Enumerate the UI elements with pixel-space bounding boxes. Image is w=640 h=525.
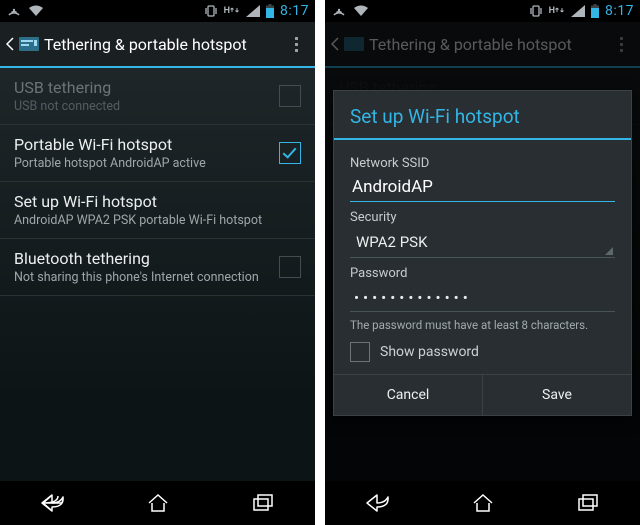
cancel-button[interactable]: Cancel	[334, 375, 482, 415]
settings-app-icon	[343, 33, 365, 55]
nav-home-button[interactable]	[128, 489, 188, 517]
overflow-menu-button[interactable]	[283, 37, 309, 52]
setup-hotspot-dialog: Set up Wi-Fi hotspot Network SSID Androi…	[333, 90, 632, 416]
list-item-bluetooth-tethering[interactable]: Bluetooth tethering Not sharing this pho…	[0, 239, 315, 296]
save-button[interactable]: Save	[482, 375, 631, 415]
dialog-title-separator	[334, 138, 631, 140]
item-title: USB tethering	[14, 78, 271, 97]
list-item-setup-hotspot[interactable]: Set up Wi-Fi hotspot AndroidAP WPA2 PSK …	[0, 182, 315, 239]
item-title: Set up Wi-Fi hotspot	[14, 192, 301, 211]
password-label: Password	[350, 266, 615, 281]
overflow-menu-button	[608, 37, 634, 52]
list-item-usb-tethering: USB tethering USB not connected	[0, 68, 315, 125]
battery-icon	[591, 4, 599, 18]
back-up-button[interactable]	[6, 33, 40, 55]
signal-icon	[246, 5, 260, 17]
status-time: 8:17	[280, 3, 309, 19]
show-password-label: Show password	[380, 344, 479, 360]
usb-tethering-checkbox	[279, 85, 301, 107]
password-input[interactable]: •••••••••••••	[350, 281, 615, 312]
page-title: Tethering & portable hotspot	[369, 35, 608, 54]
data-h-icon: H	[549, 7, 565, 15]
data-h-icon: H	[224, 7, 240, 15]
tethering-status-icon	[6, 4, 22, 18]
nav-back-button[interactable]	[348, 489, 408, 517]
wifi-status-icon	[353, 4, 369, 18]
nav-back-button[interactable]	[23, 489, 83, 517]
vibrate-icon	[529, 4, 543, 18]
ssid-input[interactable]: AndroidAP	[350, 171, 615, 202]
settings-app-icon	[18, 33, 40, 55]
dialog-button-row: Cancel Save	[334, 374, 631, 415]
tethering-status-icon	[331, 4, 347, 18]
back-up-button	[331, 33, 365, 55]
item-subtitle: USB not connected	[14, 99, 271, 114]
signal-icon	[571, 5, 585, 17]
navigation-bar	[0, 481, 315, 525]
status-bar: H 8:17	[0, 0, 315, 22]
show-password-checkbox[interactable]	[350, 342, 370, 362]
navigation-bar	[325, 481, 640, 525]
settings-list: USB tethering USB not connected Portable…	[0, 68, 315, 481]
item-subtitle: Portable hotspot AndroidAP active	[14, 156, 271, 171]
security-dropdown[interactable]: WPA2 PSK	[350, 225, 615, 258]
action-bar: Tethering & portable hotspot	[0, 22, 315, 68]
nav-home-button[interactable]	[453, 489, 513, 517]
dialog-title: Set up Wi-Fi hotspot	[334, 91, 631, 138]
battery-icon	[266, 4, 274, 18]
status-time: 8:17	[605, 3, 634, 19]
item-subtitle: Not sharing this phone's Internet connec…	[14, 270, 271, 285]
bluetooth-tethering-checkbox[interactable]	[279, 256, 301, 278]
security-label: Security	[350, 210, 615, 225]
nav-recents-button[interactable]	[558, 489, 618, 517]
wifi-status-icon	[28, 4, 44, 18]
phone-screenshot-right: H 8:17 Tethering & portable hotspot USB …	[325, 0, 640, 525]
wifi-hotspot-checkbox[interactable]	[279, 142, 301, 164]
show-password-row[interactable]: Show password	[350, 342, 615, 362]
page-title: Tethering & portable hotspot	[44, 35, 283, 54]
action-bar: Tethering & portable hotspot	[325, 22, 640, 68]
item-title: Bluetooth tethering	[14, 249, 271, 268]
password-helper-text: The password must have at least 8 charac…	[350, 318, 615, 332]
status-bar: H 8:17	[325, 0, 640, 22]
vibrate-icon	[204, 4, 218, 18]
phone-screenshot-left: H 8:17 Tethering & portable hotspot USB …	[0, 0, 315, 525]
list-item-wifi-hotspot[interactable]: Portable Wi-Fi hotspot Portable hotspot …	[0, 125, 315, 182]
item-title: Portable Wi-Fi hotspot	[14, 135, 271, 154]
nav-recents-button[interactable]	[233, 489, 293, 517]
item-subtitle: AndroidAP WPA2 PSK portable Wi-Fi hotspo…	[14, 213, 301, 228]
ssid-label: Network SSID	[350, 156, 615, 171]
settings-list-dimmed: USB tethering USB not connected Set up W…	[325, 68, 640, 481]
